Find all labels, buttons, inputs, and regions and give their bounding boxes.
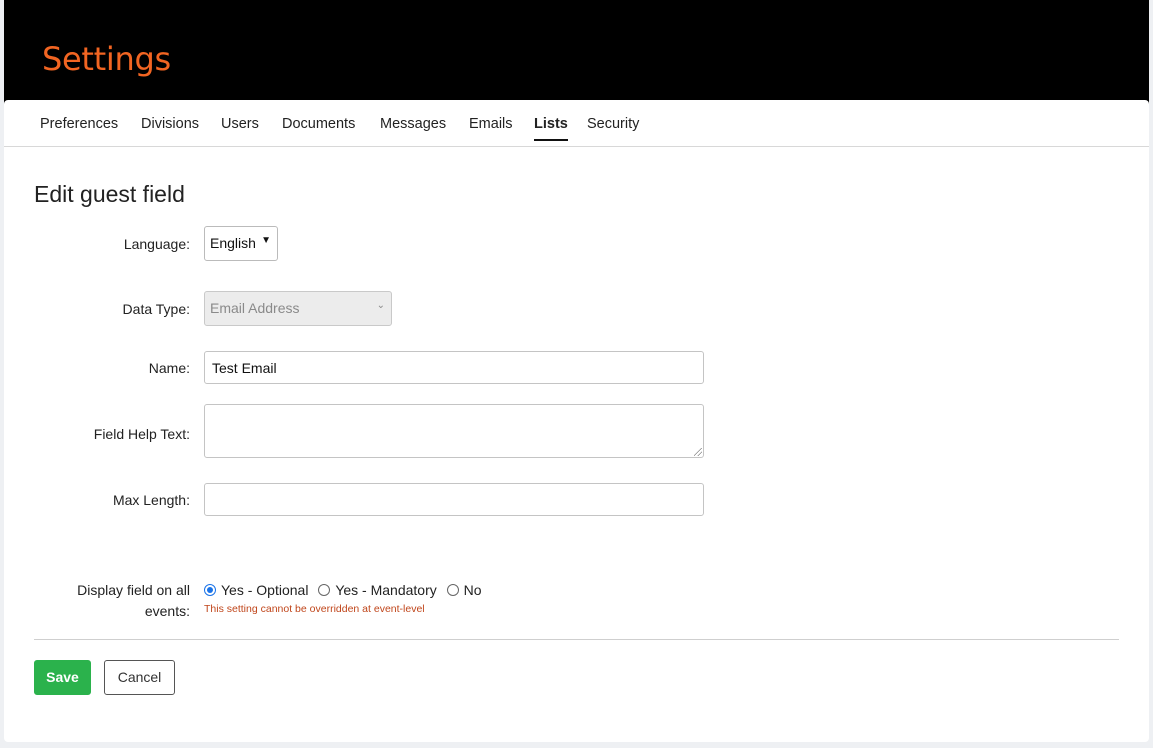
save-button[interactable]: Save [34,660,91,695]
help-text-label: Field Help Text: [93,426,190,442]
tab-preferences[interactable]: Preferences [40,116,118,139]
tab-divisions[interactable]: Divisions [141,116,199,139]
radio-yes-mandatory[interactable] [318,584,331,596]
page-title: Settings [42,40,171,78]
resize-handle-icon[interactable] [694,448,702,456]
radio-yes-optional[interactable] [204,584,216,596]
max-length-label: Max Length: [112,492,190,508]
radio-no[interactable] [446,584,459,596]
name-input[interactable]: Test Email [204,351,704,384]
cancel-button[interactable]: Cancel [104,660,175,695]
language-select[interactable]: English ▼ [204,226,278,261]
radio-label-yes-optional: Yes - Optional [221,582,309,598]
data-type-label: Data Type: [122,301,190,317]
help-text-textarea[interactable] [204,404,704,458]
tab-messages[interactable]: Messages [380,116,446,139]
tab-documents[interactable]: Documents [282,116,355,139]
tab-lists[interactable]: Lists [534,116,568,141]
override-note: This setting cannot be overridden at eve… [204,603,425,615]
header-bar: Settings [4,0,1149,108]
tab-security[interactable]: Security [587,116,639,139]
data-type-value: Email Address [210,300,300,316]
tab-users[interactable]: Users [221,116,259,139]
data-type-select: Email Address ⌄ [204,291,392,326]
settings-panel: Preferences Divisions Users Documents Me… [4,100,1149,742]
radio-label-yes-mandatory: Yes - Mandatory [335,582,437,598]
divider [34,639,1119,640]
chevron-down-icon: ▼ [261,235,271,246]
radio-label-no: No [463,582,482,598]
max-length-input[interactable] [204,483,704,516]
language-value: English [210,235,256,251]
display-radio-group: Yes - Optional Yes - Mandatory No [204,582,488,598]
form-title: Edit guest field [34,181,185,207]
tab-emails[interactable]: Emails [469,116,513,139]
chevron-down-icon: ⌄ [376,300,385,311]
display-field-label: Display field on all events: [77,582,190,619]
tab-bar: Preferences Divisions Users Documents Me… [4,100,1149,147]
name-label: Name: [148,360,190,376]
language-label: Language: [123,236,190,252]
